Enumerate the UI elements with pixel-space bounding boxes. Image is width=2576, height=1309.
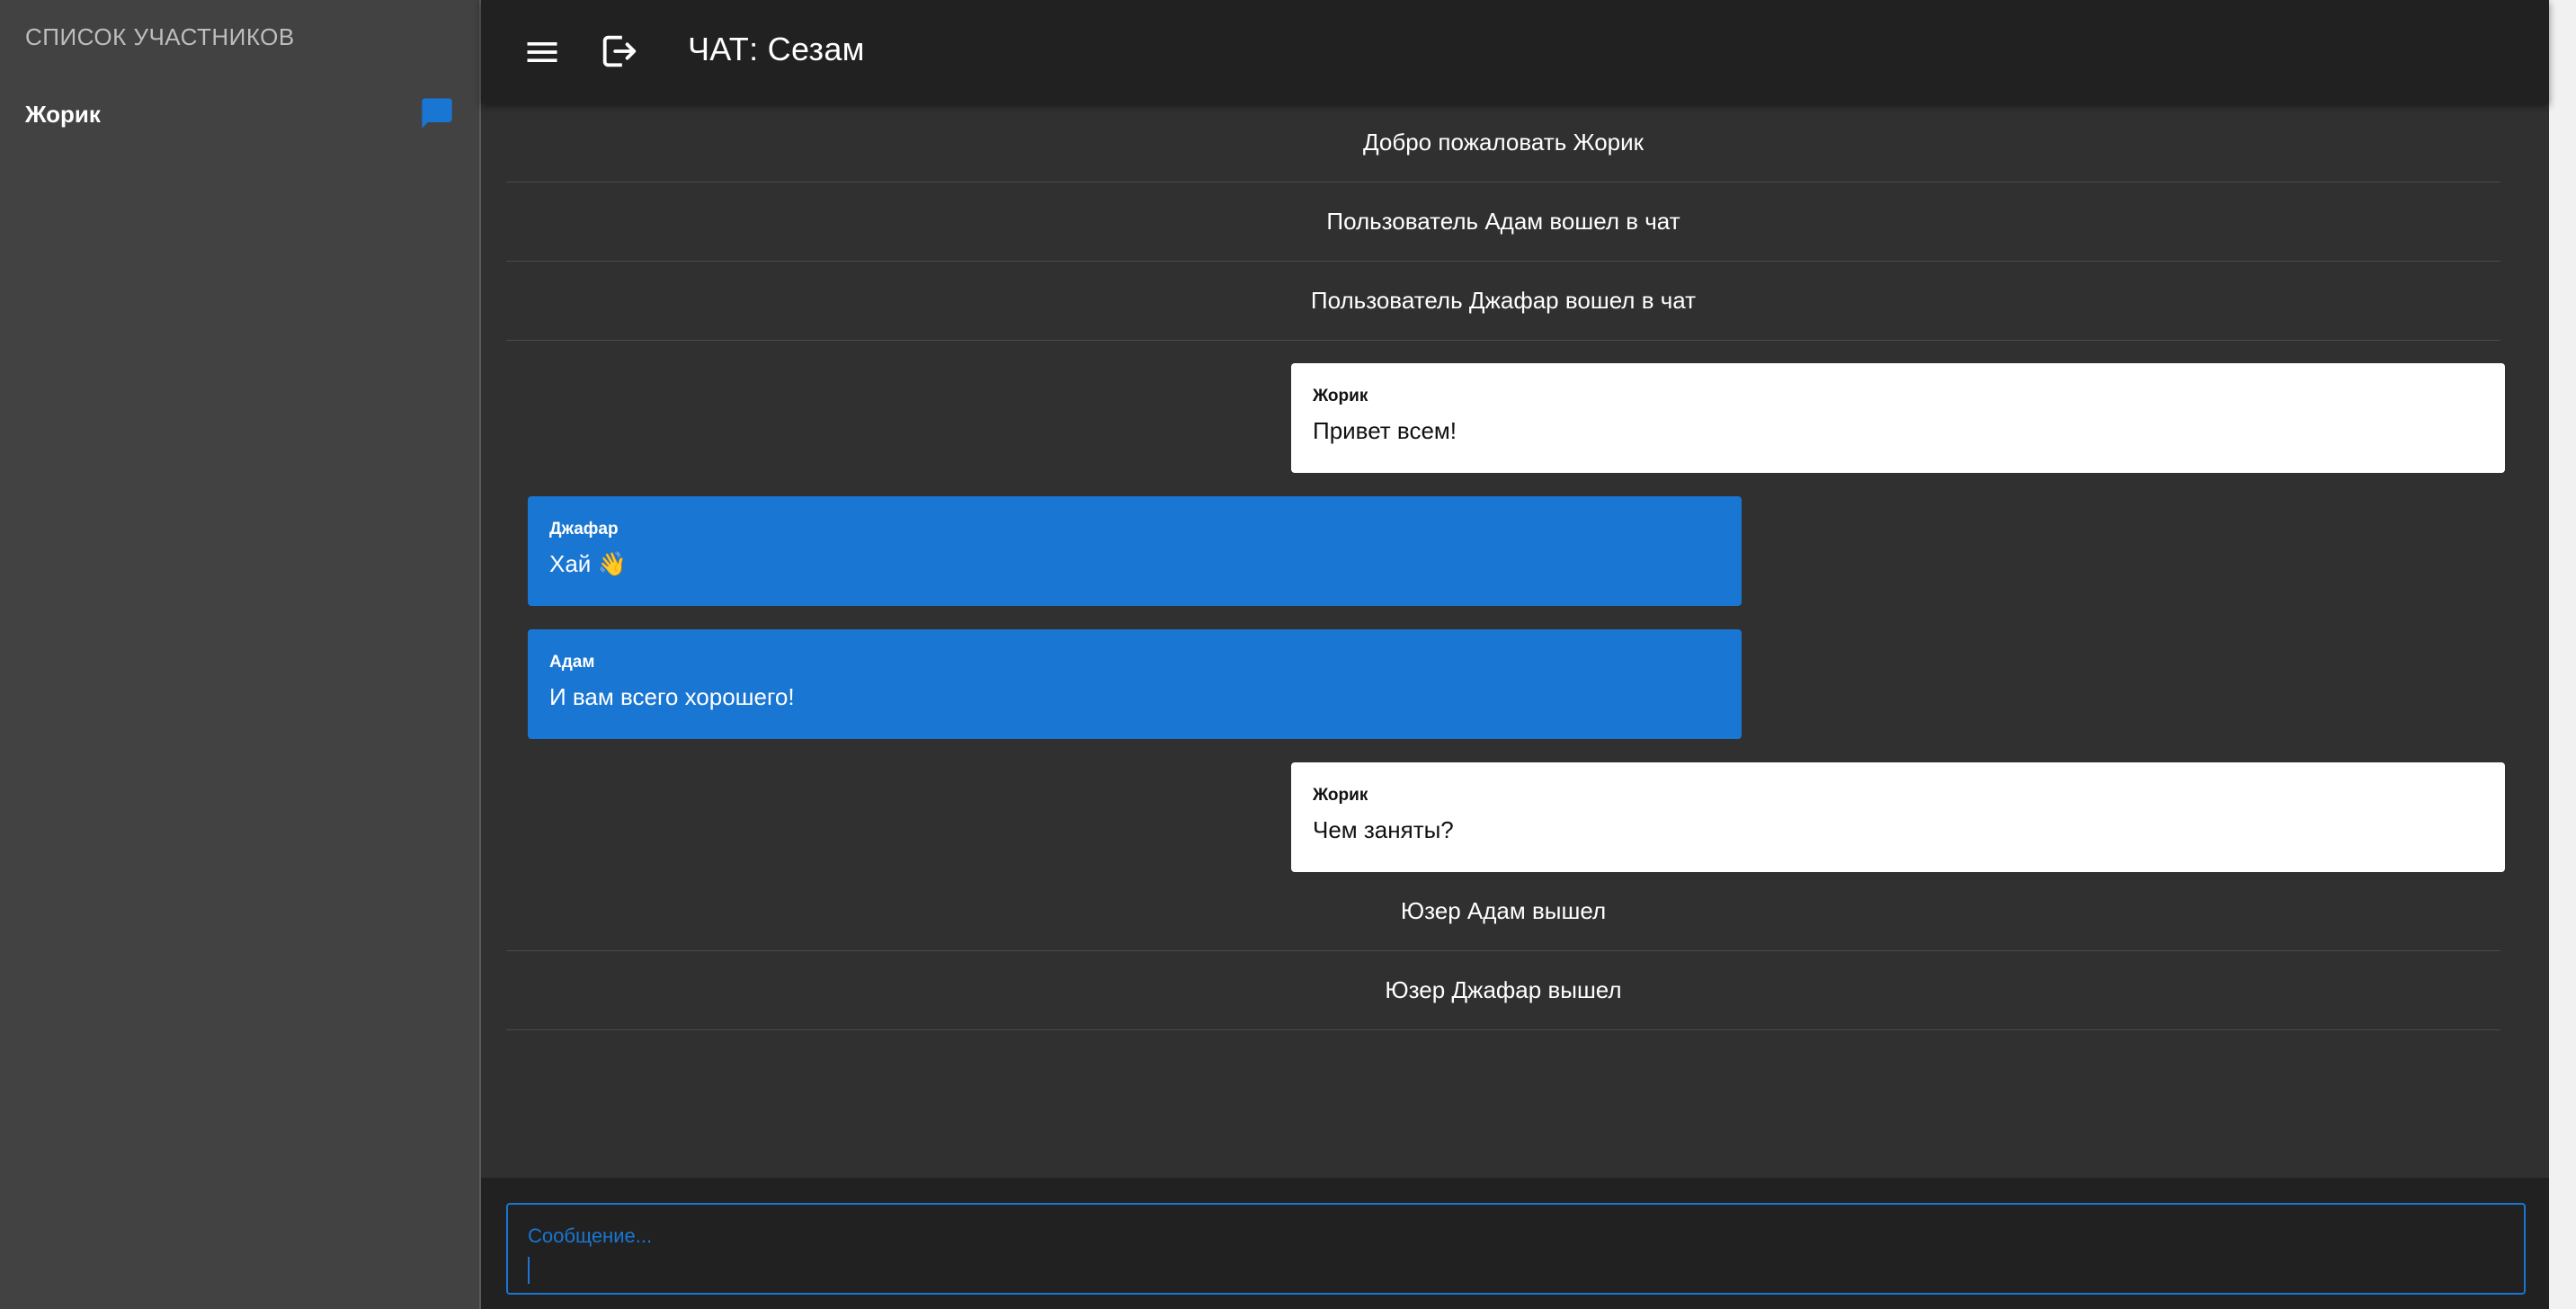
logout-icon[interactable] [598, 31, 639, 72]
message-text: И вам всего хорошего! [549, 683, 795, 710]
message-text: Привет всем! [1313, 417, 1457, 444]
chat-bubble-icon[interactable] [419, 95, 455, 131]
message-field-label: Сообщение... [528, 1224, 653, 1247]
members-list-title: СПИСОК УЧАСТНИКОВ [25, 23, 295, 50]
chat-main: ЧАТ: Сезам Добро пожаловать Жорик Пользо… [481, 0, 2549, 1309]
chat-header: ЧАТ: Сезам [481, 0, 2549, 103]
message-author: Адам [549, 653, 595, 672]
text-caret [528, 1257, 530, 1284]
menu-icon[interactable] [522, 32, 562, 72]
own-message-bubble: Жорик Привет всем! [1291, 363, 2505, 473]
message-composer: Сообщение... [481, 1178, 2549, 1309]
chat-title: ЧАТ: Сезам [688, 31, 865, 67]
own-message-bubble: Жорик Чем заняты? [1291, 762, 2505, 872]
member-name: Жорик [25, 101, 101, 128]
members-sidebar: СПИСОК УЧАСТНИКОВ Жорик [0, 0, 481, 1309]
member-item[interactable]: Жорик [0, 90, 479, 140]
system-message: Юзер Адам вышел [506, 872, 2500, 951]
message-input[interactable] [528, 1253, 2497, 1286]
message-field[interactable]: Сообщение... [506, 1203, 2526, 1295]
message-author: Жорик [1313, 786, 1368, 805]
system-message: Добро пожаловать Жорик [506, 103, 2500, 183]
other-message-bubble: Адам И вам всего хорошего! [528, 629, 1742, 739]
chat-app: СПИСОК УЧАСТНИКОВ Жорик ЧАТ: Сезам Добро… [0, 0, 2576, 1309]
message-text: Чем заняты? [1313, 816, 1454, 843]
message-author: Жорик [1313, 387, 1368, 405]
system-message: Пользователь Адам вошел в чат [506, 183, 2500, 262]
message-text: Хай 👋 [549, 550, 627, 577]
message-list: Добро пожаловать Жорик Пользователь Адам… [481, 103, 2549, 1178]
other-message-bubble: Джафар Хай 👋 [528, 496, 1742, 606]
system-message: Юзер Джафар вышел [506, 951, 2500, 1030]
window-edge [2549, 0, 2576, 1309]
system-message: Пользователь Джафар вошел в чат [506, 262, 2500, 341]
message-author: Джафар [549, 520, 619, 539]
